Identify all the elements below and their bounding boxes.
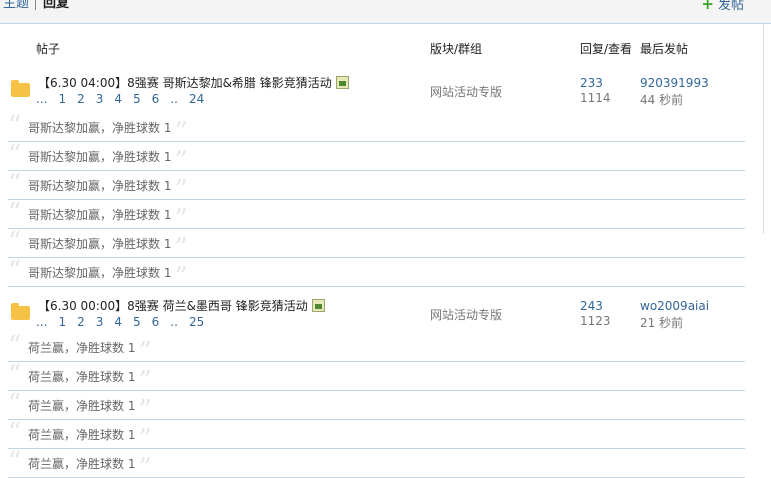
reply-row[interactable]: “荷兰赢，净胜球数 1” (8, 360, 745, 396)
folder-icon (11, 80, 30, 97)
thread-title[interactable]: 【6.30 00:00】8强赛 荷兰&墨西哥 锋影竞猜活动 (38, 297, 325, 314)
reply-text: 荷兰赢，净胜球数 1” (28, 395, 152, 425)
page-link[interactable]: 3 (96, 92, 104, 106)
quote-open-icon: “ (8, 256, 22, 286)
page-link[interactable]: 4 (114, 92, 122, 106)
thread-title[interactable]: 【6.30 04:00】8强赛 哥斯达黎加&希腊 锋影竞猜活动 (38, 74, 349, 91)
last-post-time: 21 秒前 (640, 316, 684, 330)
page-link[interactable]: 6 (152, 315, 160, 329)
quote-open-icon: “ (8, 111, 22, 141)
last-post-user[interactable]: wo2009aiai (640, 299, 709, 313)
plus-icon: + (701, 0, 714, 13)
quote-open-icon: “ (8, 389, 22, 419)
reply-row[interactable]: “哥斯达黎加赢，净胜球数 1” (8, 111, 745, 147)
page-link[interactable]: 24 (189, 92, 204, 106)
page-link[interactable]: 5 (133, 315, 141, 329)
quote-open-icon: “ (8, 140, 22, 170)
page-link[interactable]: ... (36, 315, 47, 329)
reply-row[interactable]: “ 荷兰赢，净胜球数 1” (8, 449, 745, 478)
reply-text: 荷兰赢，净胜球数 1” (28, 455, 152, 478)
reply-count[interactable]: 233 (580, 76, 603, 90)
view-count: 1123 (580, 314, 611, 328)
reply-text: 哥斯达黎加赢，净胜球数 1” (28, 204, 188, 234)
page-link[interactable]: 2 (77, 92, 85, 106)
page-link[interactable]: 4 (114, 315, 122, 329)
page-link[interactable]: 2 (77, 315, 85, 329)
reply-row[interactable]: “哥斯达黎加赢，净胜球数 1” (8, 140, 745, 176)
new-post-button[interactable]: + 发帖 (701, 0, 744, 14)
tab-replies[interactable]: 回复 (43, 0, 69, 12)
image-attachment-icon (335, 76, 349, 89)
reply-row[interactable]: “哥斯达黎加赢，净胜球数 1” (8, 227, 745, 263)
thread-forum[interactable]: 网站活动专版 (430, 83, 502, 100)
reply-text: 哥斯达黎加赢，净胜球数 1” (28, 175, 188, 205)
reply-text: 荷兰赢，净胜球数 1” (28, 366, 152, 396)
tab-divider (35, 0, 36, 10)
quote-close-icon: ” (174, 262, 188, 292)
tab-topics[interactable]: 主题 (3, 0, 29, 12)
page-link[interactable]: 6 (152, 92, 160, 106)
quote-open-icon: “ (8, 198, 22, 228)
reply-row[interactable]: “哥斯达黎加赢，净胜球数 1” (8, 198, 745, 234)
reply-row[interactable]: “荷兰赢，净胜球数 1” (8, 389, 745, 425)
column-header-topic: 帖子 (36, 42, 61, 56)
reply-text: 荷兰赢，净胜球数 1” (28, 424, 152, 454)
page-link[interactable]: .. (170, 92, 178, 106)
reply-row[interactable]: “荷兰赢，净胜球数 1” (8, 331, 745, 367)
page-link[interactable]: .. (170, 315, 178, 329)
page-link[interactable]: ... (36, 92, 47, 106)
reply-text: 哥斯达黎加赢，净胜球数 1” (28, 117, 188, 147)
last-post-user[interactable]: 920391993 (640, 76, 709, 90)
quote-open-icon: “ (8, 418, 22, 448)
image-attachment-icon (311, 299, 325, 312)
scrollbar[interactable] (763, 24, 771, 234)
quote-open-icon: “ (8, 360, 22, 390)
page-link[interactable]: 1 (58, 92, 66, 106)
column-header-forum: 版块/群组 (430, 42, 483, 56)
quote-open-icon: “ (8, 447, 22, 477)
reply-row[interactable]: “哥斯达黎加赢，净胜球数 1” (8, 256, 745, 292)
page-link[interactable]: 25 (189, 315, 204, 329)
thread-pagination: ... 1 2 3 4 5 6.. 24 (36, 92, 215, 106)
last-post-time: 44 秒前 (640, 93, 684, 107)
thread-pagination: ... 1 2 3 4 5 6.. 25 (36, 315, 215, 329)
reply-text: 荷兰赢，净胜球数 1” (28, 337, 152, 367)
page-link[interactable]: 3 (96, 315, 104, 329)
quote-open-icon: “ (8, 331, 22, 361)
reply-count[interactable]: 243 (580, 299, 603, 313)
reply-row[interactable]: “哥斯达黎加赢，净胜球数 1” (8, 169, 745, 205)
quote-close-icon: ” (138, 453, 152, 478)
folder-icon (11, 303, 30, 320)
reply-text: 哥斯达黎加赢，净胜球数 1” (28, 262, 188, 292)
column-header-last-post: 最后发帖 (640, 42, 689, 56)
reply-text: 哥斯达黎加赢，净胜球数 1” (28, 146, 188, 176)
page-link[interactable]: 5 (133, 92, 141, 106)
page-link[interactable]: 1 (58, 315, 66, 329)
reply-row[interactable]: “荷兰赢，净胜球数 1” (8, 418, 745, 454)
reply-text: 哥斯达黎加赢，净胜球数 1” (28, 233, 188, 263)
column-header-stats: 回复/查看 (580, 42, 633, 56)
view-count: 1114 (580, 91, 611, 105)
thread-forum[interactable]: 网站活动专版 (430, 306, 502, 323)
quote-open-icon: “ (8, 227, 22, 257)
tab-bar: 主题 回复 + 发帖 (0, 0, 771, 24)
quote-open-icon: “ (8, 169, 22, 199)
new-post-label: 发帖 (717, 0, 744, 13)
